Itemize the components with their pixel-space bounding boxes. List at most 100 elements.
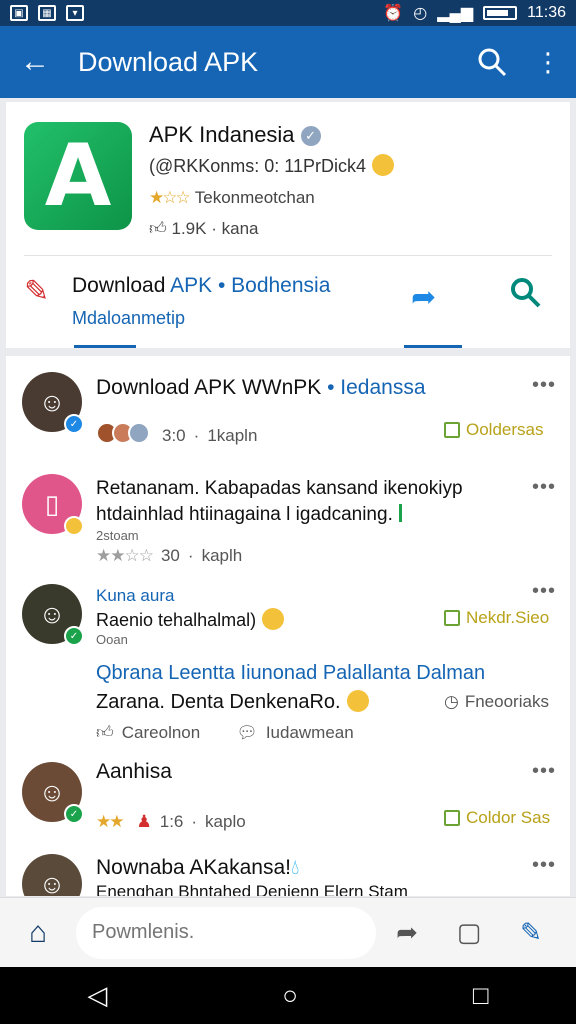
app-logo-icon: A [24,122,132,230]
share-icon[interactable]: ➦ [411,280,436,315]
emoji-icon [262,608,285,630]
more-options-icon[interactable]: ••• [532,854,556,877]
post-time: kaplo [205,812,246,831]
star-rating-icon: ★★ [96,812,125,831]
post-text-line-2-value: Zarana. Denta DenkenaRo. [96,691,341,713]
search-icon[interactable] [464,26,520,98]
post-text-line-2: htdainhlad htiinagaina l igadcaning. [96,504,402,526]
more-options-icon[interactable]: ••• [532,760,556,783]
home-circle-icon[interactable]: ○ [282,980,298,1011]
list-item[interactable]: ☺ ✓ Download APK WWnPK • Iedanssa ••• 3:0… [6,356,570,466]
home-icon[interactable]: ⌂ [0,898,76,968]
post-author[interactable]: Nownaba AKakansa!💧︎ [96,856,299,880]
app-name: APK Indanesia [149,122,295,147]
post-meta: ★★☆☆ 30 · kaplh [96,546,242,566]
app-bar: ← Download APK ⋮ [0,26,576,98]
droplet-icon: 💧︎ [290,856,300,879]
list-item[interactable]: ☺ ✓ Aanhisa ••• ★★ ♟ 1:6 · kaplo Coldor S… [6,756,570,852]
tab-indicator [404,345,462,348]
tag-label: Coldor Sas [466,808,551,827]
star-rating-icon: ★★☆☆ [96,546,154,565]
post-title-plain: Download APK WWnPK [96,376,322,399]
pointer-figure-icon: ♟ [136,812,152,831]
image-icon: ▦ [38,5,56,21]
avatar: ☺ ✓ [22,372,84,434]
download-title-blue: APK • Bodhensia [170,274,331,297]
list-item[interactable]: ☺ ✓ Kuna aura Raenio tehalhalmal) Ooan ••… [6,580,570,756]
page-title: Download APK [78,46,259,77]
app-rating-text: Tekonmeotchan [194,188,315,207]
comment-icon[interactable]: 💬︎ [236,723,258,743]
post-count: 30 [160,546,180,565]
list-item[interactable]: ▯ Retananam. Kabapadas kansand ikenokiyp… [6,466,570,580]
category-tag[interactable]: Ooldersas [444,420,543,440]
post-subtext: Ooan [96,632,128,647]
app-name-row: APK Indanesia ✓ [149,122,321,148]
download-subtitle[interactable]: Mdaloanmetip [72,308,185,329]
post-author[interactable]: Kuna aura [96,586,174,606]
like-action-label[interactable]: Careolnon [122,723,200,743]
app-meta-row: 👍︎ 1.9K · kana [149,218,259,239]
more-options-icon[interactable]: ••• [532,580,556,603]
tag-icon [444,610,460,626]
search-icon[interactable] [509,276,541,316]
post-text-line-1: Raenio tehalhalmal) [96,608,285,631]
recents-square-icon[interactable]: □ [473,980,489,1011]
status-time: 11:36 [527,4,566,21]
green-marker [398,504,402,522]
more-options-icon[interactable]: ••• [532,374,556,397]
phone-app-icon: ▯ [22,474,84,536]
emoji-icon [346,690,369,712]
verified-icon: ✓ [300,126,321,146]
divider [24,255,552,256]
post-title-blue: • Iedanssa [327,376,426,399]
compose-icon[interactable]: ✎ [500,898,562,968]
post-meta: 3:0 · 1kapln [96,422,257,449]
comment-action-label[interactable]: Iudawmean [266,723,354,743]
like-icon: 👍︎ [149,219,167,238]
signal-icon: ▂▄▆ [437,5,474,22]
separator-dot: · [211,219,217,238]
separator-dot: · [191,812,198,831]
bottom-input[interactable] [76,906,376,959]
tag-label: Nekdr.Sieo [466,608,550,627]
post-text-line-2: Zarana. Denta DenkenaRo. [96,690,369,714]
post-time: kaplh [201,546,243,565]
list-item[interactable]: ☺ Nownaba AKakansa!💧︎ ••• Enenghan Bhnta… [6,852,570,896]
pen-icon: ✎ [24,275,50,308]
back-arrow-icon[interactable]: ← [0,26,70,98]
bookmark-icon[interactable]: ▢ [438,898,500,968]
reactor-avatars [96,422,150,449]
status-label: ◷ Fneooriaks [444,692,549,712]
category-tag[interactable]: Coldor Sas [444,808,550,828]
more-options-icon[interactable]: ••• [532,476,556,499]
post-text-line-1-value: Raenio tehalhalmal) [96,610,257,630]
post-text-line-2-value: htdainhlad htiinagaina l igadcaning. [96,504,393,525]
avatar: ☺ ✓ [22,584,84,646]
separator-dot: · [187,546,194,565]
app-subtitle-row: (@RKKonms: 0: 11PrDick4 [149,154,395,177]
post-author[interactable]: Aanhisa [96,760,172,784]
back-triangle-icon[interactable]: ◁ [87,980,107,1011]
alarm-clock-icon: ◴ [413,5,428,22]
post-time: 1kapln [207,425,258,445]
verified-icon: ✓ [64,626,84,646]
post-count: 3:0 [162,425,186,445]
app-subtitle: (@RKKonms: 0: 11PrDick4 [149,156,367,176]
category-tag[interactable]: Nekdr.Sieo [444,608,549,628]
feed-list: ☺ ✓ Download APK WWnPK • Iedanssa ••• 3:0… [6,356,570,896]
status-icon [64,516,84,536]
clock-icon: ◷ [444,692,459,711]
download-link[interactable]: Download APK • Bodhensia [72,274,330,298]
share-icon[interactable]: ➦ [376,898,438,968]
avatar: ☺ [22,854,82,896]
post-headline[interactable]: Qbrana Leentta Iiunonad Palallanta Dalma… [96,662,485,685]
gallery-icon: ▣ [10,5,28,21]
status-text: Fneooriaks [464,692,549,711]
avatar: ☺ ✓ [22,762,84,824]
like-icon[interactable]: 👍︎ [96,722,114,743]
app-rating-row: ★☆☆ Tekonmeotchan [149,188,315,208]
more-vert-icon[interactable]: ⋮ [520,26,576,98]
post-author-name: Nownaba AKakansa! [96,856,291,879]
alarm-icon: ⏰ [383,5,404,22]
